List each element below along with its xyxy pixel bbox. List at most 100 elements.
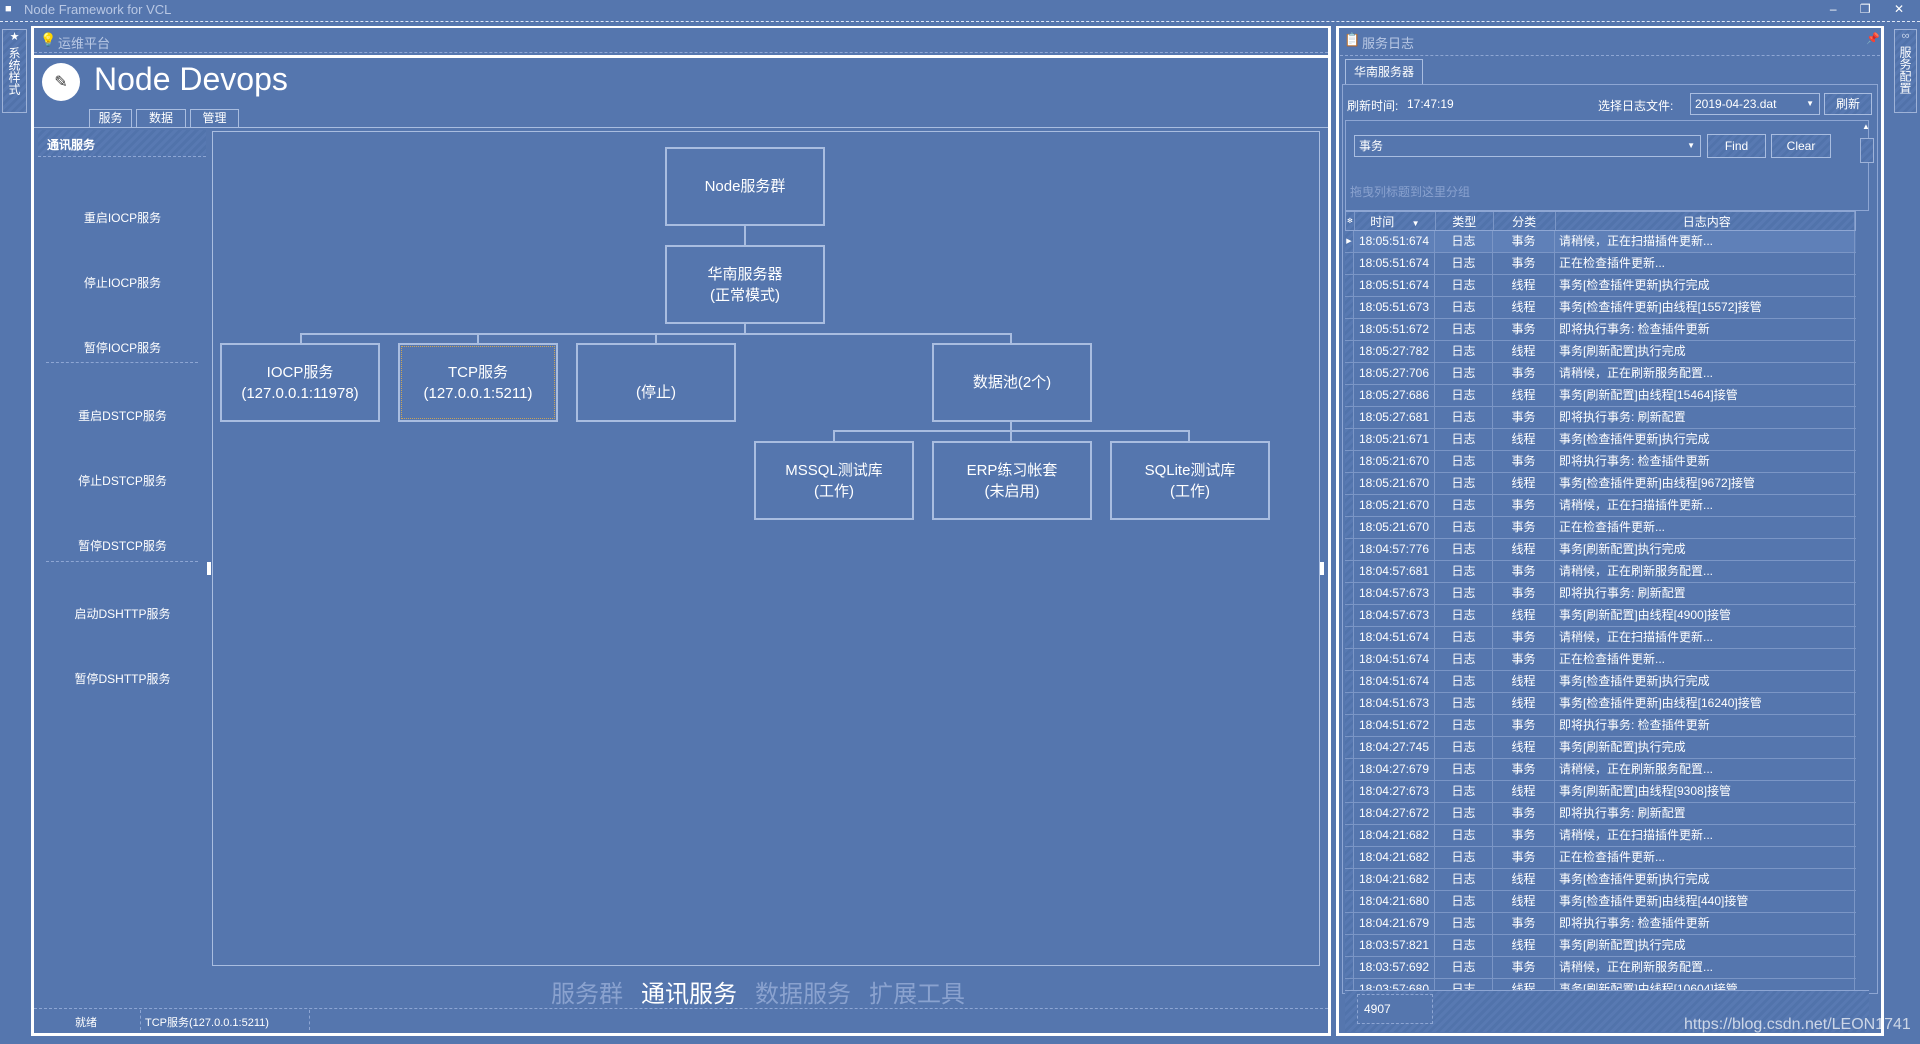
right-dock-tab[interactable]: ∞ 服务配置 [1894, 29, 1917, 113]
app-icon: ■ [5, 3, 12, 15]
cell-time: 18:04:57:673 [1354, 605, 1435, 626]
cell-category: 事务 [1493, 583, 1555, 604]
table-row[interactable]: 18:05:51:674 日志 事务 正在检查插件更新... [1345, 253, 1856, 275]
table-row[interactable]: ▶ 18:05:51:674 日志 事务 请稍候，正在扫描插件更新... [1345, 231, 1856, 253]
left-dock-tab[interactable]: ★ 系统样式 [2, 29, 27, 113]
bottom-tab-tools[interactable]: 扩展工具 [869, 981, 965, 1008]
cell-time: 18:04:57:681 [1354, 561, 1435, 582]
scrollbar-thumb[interactable] [1860, 138, 1874, 163]
find-button[interactable]: Find [1707, 134, 1766, 158]
row-indicator [1345, 385, 1354, 406]
table-row[interactable]: 18:04:21:682 日志 事务 正在检查插件更新... [1345, 847, 1856, 869]
sidebar-item-stop-dstcp[interactable]: 停止DSTCP服务 [39, 472, 206, 489]
column-header-type[interactable]: 类型 [1436, 212, 1494, 230]
table-row[interactable]: 18:05:21:670 日志 事务 即将执行事务: 检查插件更新 [1345, 451, 1856, 473]
node-status: (127.0.0.1:5211) [423, 384, 533, 402]
bottom-tab-data[interactable]: 数据服务 [755, 981, 851, 1008]
row-indicator [1345, 957, 1354, 978]
row-indicator [1345, 605, 1354, 626]
node-tcp[interactable]: TCP服务 (127.0.0.1:5211) [398, 343, 558, 422]
sidebar-item-pause-dstcp[interactable]: 暂停DSTCP服务 [39, 537, 206, 554]
node-root[interactable]: Node服务群 [665, 147, 825, 226]
table-row[interactable]: 18:05:51:674 日志 线程 事务[检查插件更新]执行完成 [1345, 275, 1856, 297]
table-row[interactable]: 18:05:51:672 日志 事务 即将执行事务: 检查插件更新 [1345, 319, 1856, 341]
table-row[interactable]: 18:03:57:821 日志 线程 事务[刷新配置]执行完成 [1345, 935, 1856, 957]
column-header-category[interactable]: 分类 [1494, 212, 1556, 230]
splitter-handle[interactable] [207, 562, 211, 575]
table-row[interactable]: 18:04:57:681 日志 事务 请稍候，正在刷新服务配置... [1345, 561, 1856, 583]
table-row[interactable]: 18:03:57:692 日志 事务 请稍候，正在刷新服务配置... [1345, 957, 1856, 979]
sidebar-item-pause-iocp[interactable]: 暂停IOCP服务 [39, 339, 206, 356]
splitter-handle[interactable] [1320, 562, 1324, 575]
node-status: (未启用) [984, 482, 1040, 500]
table-row[interactable]: 18:04:51:674 日志 事务 请稍候，正在扫描插件更新... [1345, 627, 1856, 649]
tab-data[interactable]: 数据 [136, 109, 186, 127]
table-row[interactable]: 18:04:27:672 日志 事务 即将执行事务: 刷新配置 [1345, 803, 1856, 825]
cell-time: 18:04:21:679 [1354, 913, 1435, 934]
node-erp[interactable]: ERP练习帐套 (未启用) [932, 441, 1092, 520]
connector [833, 430, 1190, 432]
table-row[interactable]: 18:04:27:745 日志 线程 事务[刷新配置]执行完成 [1345, 737, 1856, 759]
table-row[interactable]: 18:04:51:672 日志 事务 即将执行事务: 检查插件更新 [1345, 715, 1856, 737]
table-row[interactable]: 18:04:27:679 日志 事务 请稍候，正在刷新服务配置... [1345, 759, 1856, 781]
clear-button[interactable]: Clear [1771, 134, 1831, 158]
cell-type: 日志 [1435, 803, 1493, 824]
node-stopped[interactable]: (停止) [576, 343, 736, 422]
sidebar-item-restart-iocp[interactable]: 重启IOCP服务 [39, 209, 206, 226]
sidebar-item-pause-dshttp[interactable]: 暂停DSHTTP服务 [39, 670, 206, 687]
table-row[interactable]: 18:04:27:673 日志 线程 事务[刷新配置]由线程[9308]接管 [1345, 781, 1856, 803]
log-grid: ✻ 时间 ▼ 类型 分类 日志内容 ▶ 18:05:51:674 日志 事务 请稍候，正… [1345, 211, 1856, 991]
sidebar-item-stop-iocp[interactable]: 停止IOCP服务 [39, 274, 206, 291]
pin-icon[interactable]: 📌 [1866, 32, 1880, 45]
column-header-content[interactable]: 日志内容 [1556, 212, 1855, 230]
log-file-select[interactable]: 2019-04-23.dat ▼ [1690, 93, 1820, 115]
table-row[interactable]: 18:05:27:782 日志 线程 事务[刷新配置]执行完成 [1345, 341, 1856, 363]
bottom-tab-cluster[interactable]: 服务群 [551, 981, 623, 1008]
cell-category: 线程 [1493, 935, 1555, 956]
table-row[interactable]: 18:05:51:673 日志 线程 事务[检查插件更新]由线程[15572]接管 [1345, 297, 1856, 319]
cell-category: 事务 [1493, 649, 1555, 670]
sidebar-item-start-dshttp[interactable]: 启动DSHTTP服务 [39, 605, 206, 622]
table-row[interactable]: 18:05:27:706 日志 事务 请稍候，正在刷新服务配置... [1345, 363, 1856, 385]
connector [655, 333, 657, 343]
connector [300, 333, 302, 343]
table-row[interactable]: 18:05:27:686 日志 线程 事务[刷新配置]由线程[15464]接管 [1345, 385, 1856, 407]
table-row[interactable]: 18:04:21:679 日志 事务 即将执行事务: 检查插件更新 [1345, 913, 1856, 935]
table-row[interactable]: 18:04:21:682 日志 线程 事务[检查插件更新]执行完成 [1345, 869, 1856, 891]
node-mssql[interactable]: MSSQL测试库 (工作) [754, 441, 914, 520]
table-row[interactable]: 18:05:21:670 日志 线程 事务[检查插件更新]由线程[9672]接管 [1345, 473, 1856, 495]
node-sqlite[interactable]: SQLite测试库 (工作) [1110, 441, 1270, 520]
node-server[interactable]: 华南服务器 (正常模式) [665, 245, 825, 324]
refresh-button[interactable]: 刷新 [1824, 93, 1872, 115]
table-row[interactable]: 18:05:21:670 日志 事务 请稍候，正在扫描插件更新... [1345, 495, 1856, 517]
table-row[interactable]: 18:05:21:671 日志 线程 事务[检查插件更新]执行完成 [1345, 429, 1856, 451]
tab-south-server[interactable]: 华南服务器 [1345, 59, 1423, 84]
table-row[interactable]: 18:04:51:674 日志 线程 事务[检查插件更新]执行完成 [1345, 671, 1856, 693]
column-header-time[interactable]: 时间 ▼ [1355, 212, 1436, 230]
node-label: 数据池(2个) [972, 374, 1052, 391]
table-row[interactable]: 18:04:21:682 日志 事务 请稍候，正在扫描插件更新... [1345, 825, 1856, 847]
node-iocp[interactable]: IOCP服务 (127.0.0.1:11978) [220, 343, 380, 422]
table-row[interactable]: 18:04:21:680 日志 线程 事务[检查插件更新]由线程[440]接管 [1345, 891, 1856, 913]
cell-content: 请稍候，正在扫描插件更新... [1555, 825, 1855, 846]
node-pool[interactable]: 数据池(2个) [932, 343, 1092, 422]
cell-category: 事务 [1493, 561, 1555, 582]
sidebar-item-restart-dstcp[interactable]: 重启DSTCP服务 [39, 407, 206, 424]
tab-manage[interactable]: 管理 [190, 109, 239, 127]
tab-service[interactable]: 服务 [89, 109, 132, 127]
table-row[interactable]: 18:04:57:673 日志 事务 即将执行事务: 刷新配置 [1345, 583, 1856, 605]
cell-type: 日志 [1435, 319, 1493, 340]
table-row[interactable]: 18:04:51:673 日志 线程 事务[检查插件更新]由线程[16240]接管 [1345, 693, 1856, 715]
table-row[interactable]: 18:05:21:670 日志 事务 正在检查插件更新... [1345, 517, 1856, 539]
scroll-up-icon[interactable]: ▲ [1862, 122, 1870, 131]
cell-time: 18:04:51:674 [1354, 649, 1435, 670]
filter-select[interactable]: 事务 ▼ [1354, 135, 1701, 157]
cell-content: 正在检查插件更新... [1555, 517, 1855, 538]
table-row[interactable]: 18:04:51:674 日志 事务 正在检查插件更新... [1345, 649, 1856, 671]
bottom-tab-comm[interactable]: 通讯服务 [641, 981, 737, 1008]
row-indicator [1345, 913, 1354, 934]
window-controls[interactable]: ‒ ❐ ✕ [1830, 2, 1914, 16]
table-row[interactable]: 18:05:27:681 日志 事务 即将执行事务: 刷新配置 [1345, 407, 1856, 429]
table-row[interactable]: 18:04:57:776 日志 线程 事务[刷新配置]执行完成 [1345, 539, 1856, 561]
table-row[interactable]: 18:04:57:673 日志 线程 事务[刷新配置]由线程[4900]接管 [1345, 605, 1856, 627]
